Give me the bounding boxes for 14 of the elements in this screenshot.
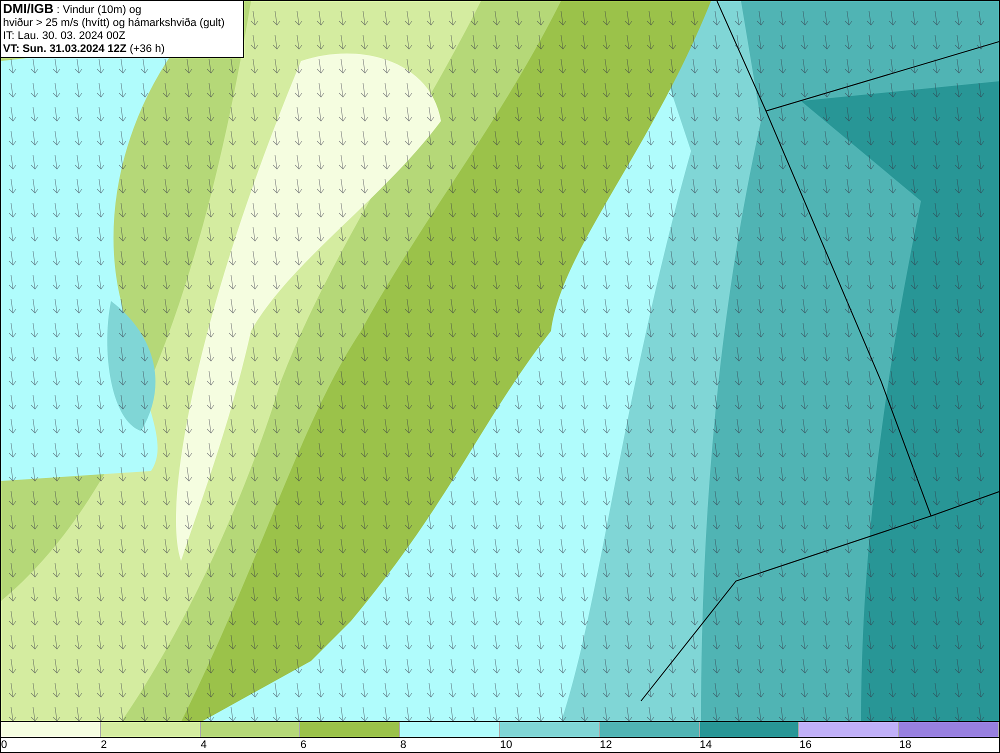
scale-label: 6 — [300, 739, 307, 751]
chart-subtitle: hviður > 25 m/s (hvítt) og hámarkshviða (gult) — [3, 17, 226, 30]
scale-label: 18 — [899, 739, 912, 751]
valid-time: VT: Sun. 31.03.2024 12Z (+36 h) — [3, 43, 166, 56]
scale-label: 0 — [1, 739, 8, 751]
chart-title: DMI/IGB : Vindur (10m) og — [3, 2, 142, 17]
scale-label: 8 — [400, 739, 406, 751]
scale-label: 4 — [200, 739, 207, 751]
initial-time: IT: Lau. 30. 03. 2024 00Z — [3, 30, 126, 43]
scale-label: 16 — [799, 739, 812, 751]
scale-label: 14 — [700, 739, 712, 751]
scale-label: 12 — [600, 739, 612, 751]
scale-label: 10 — [500, 739, 512, 751]
scale-label: 2 — [100, 739, 107, 751]
